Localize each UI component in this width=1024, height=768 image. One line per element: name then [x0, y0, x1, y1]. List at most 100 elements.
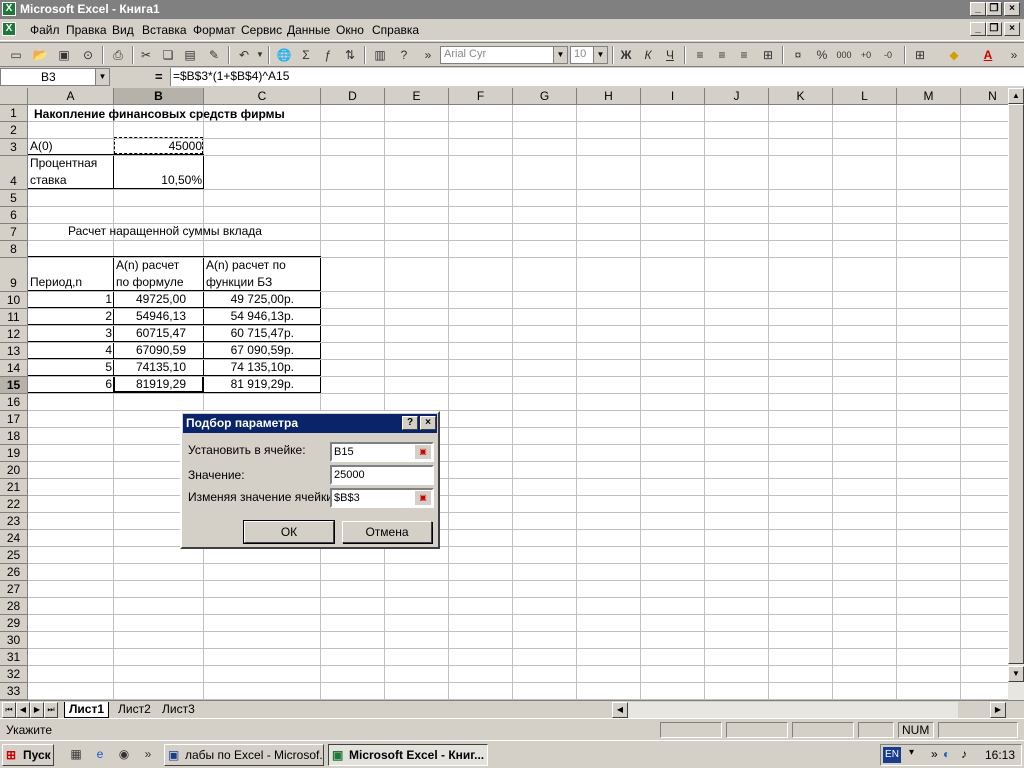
chevron-down-icon[interactable]: ▼	[95, 69, 109, 85]
row-header-10[interactable]: 10	[0, 292, 28, 309]
collapse-dialog-icon[interactable]: ▣	[415, 491, 431, 505]
row-header-17[interactable]: 17	[0, 411, 28, 428]
chevron-down-icon[interactable]: ▼	[553, 47, 567, 63]
column-header-b[interactable]: B	[114, 88, 204, 105]
undo-dropdown-icon[interactable]: ▼	[250, 46, 270, 64]
table-row-func[interactable]: 49 725,00р.	[204, 291, 294, 308]
set-cell-input[interactable]: B15 ▣	[330, 442, 434, 462]
table-row-func[interactable]: 60 715,47р.	[204, 325, 294, 342]
menu-data[interactable]: Данные	[287, 23, 330, 37]
table-row-func[interactable]: 81 919,29р.	[204, 376, 294, 393]
hscroll-right-icon[interactable]: ▶	[990, 702, 1006, 718]
column-header-i[interactable]: I	[641, 88, 705, 105]
format-painter-icon[interactable]: ✎	[204, 46, 224, 64]
row-header-19[interactable]: 19	[0, 445, 28, 462]
column-header-e[interactable]: E	[385, 88, 449, 105]
first-sheet-icon[interactable]: ⏮	[2, 702, 16, 718]
row-header-31[interactable]: 31	[0, 649, 28, 666]
doc-minimize-button[interactable]: _	[970, 22, 986, 36]
horizontal-scrollbar[interactable]	[628, 702, 958, 718]
table-row-formula[interactable]: 49725,00	[114, 291, 186, 308]
clock[interactable]: 16:13	[985, 748, 1015, 762]
dialog-help-button[interactable]: ?	[402, 416, 418, 430]
network-icon[interactable]: ◐	[943, 747, 950, 761]
header-formula-line1[interactable]: А(n) расчет	[116, 257, 179, 274]
menu-view[interactable]: Вид	[112, 23, 134, 37]
dialog-close-button[interactable]: ×	[420, 416, 436, 430]
header-formula-line2[interactable]: по формуле	[116, 274, 184, 291]
menu-window[interactable]: Окно	[336, 23, 364, 37]
sort-icon[interactable]: ⇅	[340, 46, 360, 64]
maximize-button[interactable]: ❐	[986, 2, 1002, 16]
ok-button[interactable]: ОК	[243, 520, 335, 544]
row-header-14[interactable]: 14	[0, 360, 28, 377]
table-row-period[interactable]: 4	[28, 342, 112, 359]
chart-wizard-icon[interactable]: ▥	[370, 46, 390, 64]
row-header-22[interactable]: 22	[0, 496, 28, 513]
row-header-12[interactable]: 12	[0, 326, 28, 343]
font-select[interactable]: Arial Cyr ▼	[440, 46, 568, 64]
toolbar-options-icon[interactable]: »	[418, 46, 438, 64]
align-right-icon[interactable]: ≡	[734, 46, 754, 64]
header-func-line2[interactable]: функции БЗ	[206, 274, 272, 291]
bold-button[interactable]: Ж	[616, 46, 636, 64]
row-header-16[interactable]: 16	[0, 394, 28, 411]
active-cell-b15[interactable]	[113, 375, 204, 393]
change-cell-input[interactable]: $B$3 ▣	[330, 488, 434, 508]
table-row-period[interactable]: 6	[28, 376, 112, 393]
row-header-4[interactable]: 4	[0, 156, 28, 190]
underline-button[interactable]: Ч	[660, 46, 680, 64]
column-header-h[interactable]: H	[577, 88, 641, 105]
row-header-21[interactable]: 21	[0, 479, 28, 496]
scroll-thumb[interactable]	[1008, 104, 1024, 664]
start-button[interactable]: ⊞ Пуск	[2, 744, 54, 766]
table-row-period[interactable]: 5	[28, 359, 112, 376]
cell-a4-line1[interactable]: Процентная	[30, 155, 97, 172]
column-header-j[interactable]: J	[705, 88, 769, 105]
row-header-24[interactable]: 24	[0, 530, 28, 547]
hyperlink-icon[interactable]: 🌐	[274, 46, 294, 64]
minimize-button[interactable]: _	[970, 2, 986, 16]
row-header-25[interactable]: 25	[0, 547, 28, 564]
doc-close-button[interactable]: ×	[1004, 22, 1020, 36]
spreadsheet-grid[interactable]: A B C D E F G H I J K L M N Накопление ф…	[0, 88, 1008, 700]
header-func-line1[interactable]: А(n) расчет по	[206, 257, 286, 274]
merge-center-icon[interactable]: ⊞	[758, 46, 778, 64]
row-header-23[interactable]: 23	[0, 513, 28, 530]
volume-icon[interactable]: ♪	[961, 747, 967, 761]
doc-restore-button[interactable]: ❐	[986, 22, 1002, 36]
italic-button[interactable]: К	[638, 46, 658, 64]
show-desktop-icon[interactable]: ▦	[66, 745, 86, 763]
table-row-func[interactable]: 67 090,59р.	[204, 342, 294, 359]
permission-icon[interactable]: ⊙	[78, 46, 98, 64]
table-row-period[interactable]: 2	[28, 308, 112, 325]
chevron-down-icon[interactable]: ▼	[593, 47, 607, 63]
menu-format[interactable]: Формат	[193, 23, 236, 37]
paste-icon[interactable]: ▤	[180, 46, 200, 64]
row-header-1[interactable]: 1	[0, 105, 28, 122]
hscroll-left-icon[interactable]: ◀	[612, 702, 628, 718]
row-header-28[interactable]: 28	[0, 598, 28, 615]
function-icon[interactable]: ƒ	[318, 46, 338, 64]
column-header-g[interactable]: G	[513, 88, 577, 105]
row-header-5[interactable]: 5	[0, 190, 28, 207]
open-icon[interactable]: 📂	[30, 46, 50, 64]
value-input[interactable]: 25000	[330, 465, 434, 485]
row-header-30[interactable]: 30	[0, 632, 28, 649]
column-header-d[interactable]: D	[321, 88, 385, 105]
table-row-func[interactable]: 74 135,10р.	[204, 359, 294, 376]
table-row-func[interactable]: 54 946,13р.	[204, 308, 294, 325]
table-row-formula[interactable]: 74135,10	[114, 359, 186, 376]
header-period[interactable]: Период,n	[30, 274, 82, 291]
save-icon[interactable]: ▣	[54, 46, 74, 64]
cell-a3[interactable]: А(0)	[30, 138, 53, 155]
quicklaunch-icon[interactable]: ◉	[114, 745, 134, 763]
vertical-scrollbar[interactable]: ▲ ▼	[1008, 88, 1024, 700]
quicklaunch-chevron[interactable]: »	[138, 745, 158, 763]
fill-color-icon[interactable]: ◆	[944, 46, 964, 64]
decrease-decimal-icon[interactable]: -0	[878, 46, 898, 64]
tab-sheet1[interactable]: Лист1	[64, 702, 110, 718]
cut-icon[interactable]: ✂	[136, 46, 156, 64]
language-indicator[interactable]: EN	[883, 747, 901, 763]
font-color-icon[interactable]: A	[978, 46, 998, 64]
